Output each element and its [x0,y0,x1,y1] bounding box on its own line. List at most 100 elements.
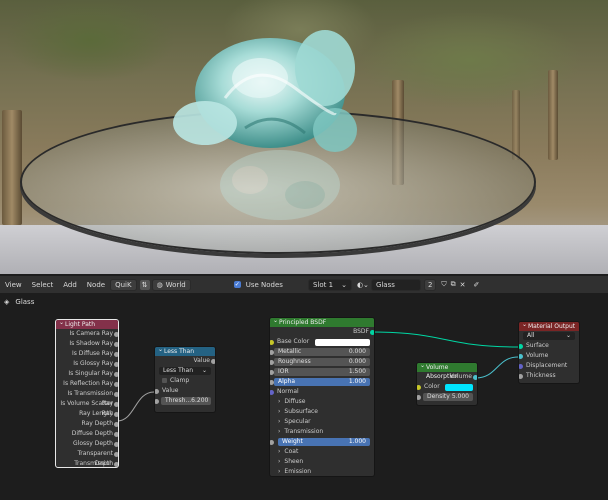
light-path-node[interactable]: Light Path Is Camera RayIs Shadow RayIs … [55,319,119,468]
use-nodes-checkbox[interactable]: ✓ [233,281,241,288]
close-icon[interactable]: ✕ [458,281,468,289]
node-editor-canvas[interactable]: ◈ Glass Light Path Is Camera Ray Is Shado… [0,293,608,500]
socket-output[interactable] [114,461,118,467]
socket-output[interactable] [114,411,118,417]
operation-dropdown[interactable]: Less Than ⌄ [159,367,211,375]
socket-output[interactable] [114,401,118,407]
output-label: Transmission Depth [74,460,113,467]
socket-output[interactable] [114,361,118,367]
target-dropdown[interactable]: All ⌄ [523,332,575,340]
principled-bsdf-header[interactable]: Principled BSDF [270,318,374,327]
socket-output[interactable] [114,431,118,437]
volume-absorption-node[interactable]: Volume Absorption Volume Color Density5.… [416,362,478,406]
weight-field[interactable]: Weight 1.000 [278,438,370,446]
light-path-output-row: Glossy Depth [56,439,118,449]
menu-view[interactable]: View [0,281,27,289]
input-label: Surface [526,342,549,349]
light-path-output-row: Is Singular Ray [56,369,118,379]
panel-label: Transmission [284,428,324,435]
quik-button[interactable]: QuiK [110,278,137,291]
operation-row: Less Than ⌄ [155,366,215,376]
bsdf-panel-toggle[interactable]: › Sheen [270,457,374,467]
glass-monkey [173,30,357,152]
render-viewport[interactable] [0,0,608,274]
socket-input[interactable] [270,339,274,345]
chevron-right-icon: › [278,428,281,435]
world-button[interactable]: ◍ World [151,278,191,291]
duplicate-icon[interactable]: ⧉ [449,280,458,289]
socket-input[interactable] [519,353,523,359]
ior-field[interactable]: IOR 1.500 [274,368,370,376]
menu-node[interactable]: Node [82,281,110,289]
bsdf-panel-toggle[interactable]: › Coat [270,447,374,457]
metallic-field[interactable]: Metallic 0.000 [274,348,370,356]
socket-output[interactable] [114,371,118,377]
socket-input[interactable] [270,439,274,445]
output-label: Is Diffuse Ray [71,350,113,357]
menu-add[interactable]: Add [58,281,82,289]
output-label: Is Glossy Ray [73,360,113,367]
socket-input[interactable] [155,398,159,404]
light-path-output-row: Transparent Depth [56,449,118,467]
socket-output[interactable] [370,329,374,335]
base-color-swatch[interactable] [315,338,370,346]
socket-output[interactable] [473,374,477,380]
socket-output[interactable] [114,451,118,457]
roughness-field[interactable]: Roughness 0.000 [274,358,370,366]
less-than-header[interactable]: Less Than [155,347,215,356]
density-row: Density 5.000 [417,392,477,402]
absorption-color-swatch[interactable] [445,383,473,391]
slot-dropdown[interactable]: Slot 1 ⌄ [307,278,352,291]
socket-output[interactable] [114,351,118,357]
principled-bsdf-node[interactable]: Principled BSDF BSDF Base Color Metallic… [269,317,375,477]
socket-input[interactable] [519,363,523,369]
output-label: Is Camera Ray [69,330,113,337]
material-output-node[interactable]: Material Output All ⌄ Surface Volume Displa… [518,321,580,384]
bsdf-panel-toggle[interactable]: › Transmission [270,427,374,437]
bsdf-panel-toggle[interactable]: › Diffuse [270,397,374,407]
bsdf-panel-toggle[interactable]: › Specular [270,417,374,427]
socket-input[interactable] [155,388,159,394]
output-label: Is Singular Ray [68,370,113,377]
socket-output[interactable] [211,358,215,364]
clamp-checkbox[interactable] [162,378,167,383]
material-output-header[interactable]: Material Output [519,322,579,331]
light-path-header[interactable]: Light Path [56,320,118,329]
socket-output[interactable] [114,421,118,427]
density-field[interactable]: Density 5.000 [423,393,473,401]
less-than-node[interactable]: Less Than Value Less Than ⌄ Clamp Value T… [154,346,216,413]
alpha-field[interactable]: Alpha 1.000 [274,378,370,386]
socket-output[interactable] [114,391,118,397]
light-path-output-row: Is Reflection Ray [56,379,118,389]
fake-user-icon[interactable]: ⛉ [439,280,448,289]
panel-label: Sheen [284,458,304,465]
socket-input[interactable] [519,373,523,379]
threshold-field[interactable]: Thresh... 6.200 [161,397,211,405]
alpha-label: Alpha [278,378,296,385]
input-label: Thickness [526,372,556,379]
socket-output[interactable] [114,381,118,387]
users-count[interactable]: 2 [423,278,437,291]
shader-type-icon[interactable]: ⇅ [139,279,150,290]
volume-absorption-header[interactable]: Volume Absorption [417,363,477,380]
threshold-value: 6.200 [191,397,209,404]
socket-input[interactable] [519,343,523,349]
socket-output[interactable] [114,341,118,347]
socket-input[interactable] [417,384,421,390]
socket-output[interactable] [114,441,118,447]
pin-icon[interactable]: ✐ [468,281,486,289]
socket-input[interactable] [417,394,421,400]
metallic-label: Metallic [278,348,302,355]
socket-output[interactable] [114,331,118,337]
socket-input[interactable] [270,389,274,395]
metallic-row: Metallic 0.000 [270,347,374,357]
material-name-field[interactable]: Glass [370,278,421,291]
menu-select[interactable]: Select [27,281,59,289]
operation-label: Less Than [163,367,194,374]
chevron-right-icon: › [278,458,281,465]
light-path-output-row: Diffuse Depth [56,429,118,439]
weight-label: Weight [282,438,303,445]
material-sphere-icon[interactable]: ◐⌄ [355,281,371,289]
bsdf-panel-toggle[interactable]: › Subsurface [270,407,374,417]
bsdf-panel-toggle[interactable]: › Emission [270,467,374,476]
